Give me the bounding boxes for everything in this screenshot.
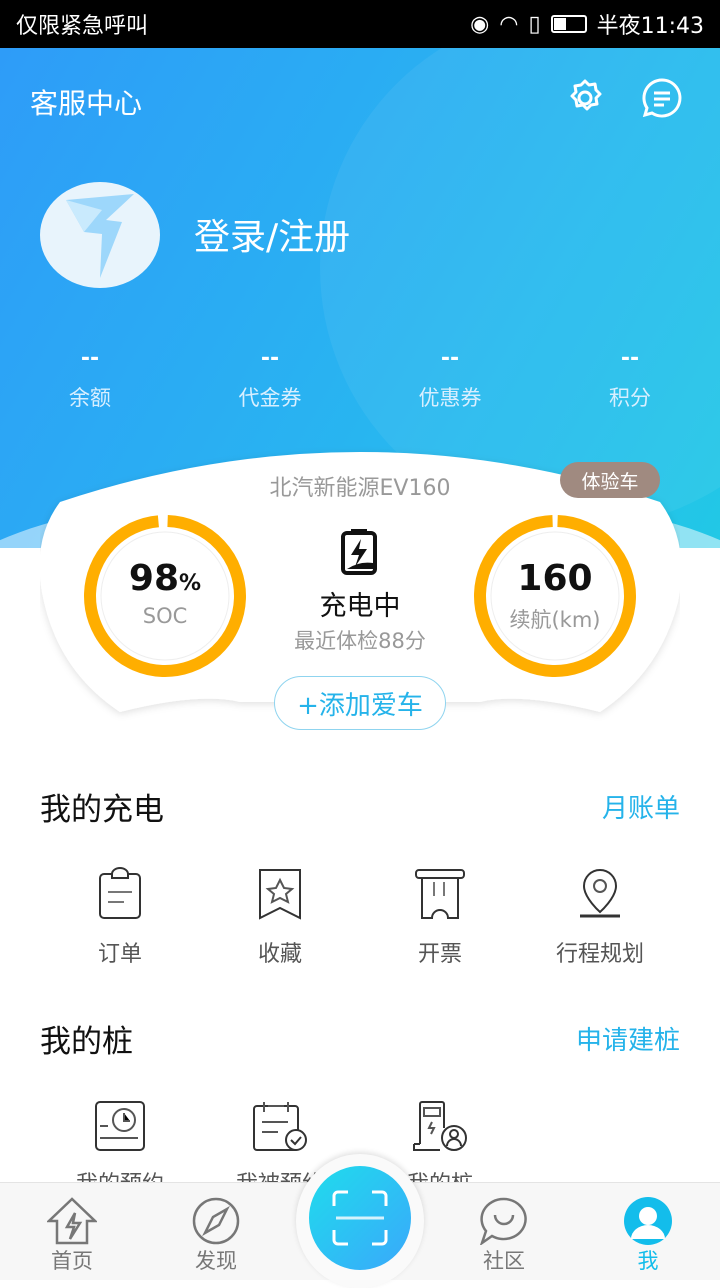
wifi-icon: ◠ bbox=[499, 11, 519, 37]
charging-grid: 订单 收藏 开票 行程规划 bbox=[40, 866, 680, 968]
range-value: 160 bbox=[517, 558, 593, 599]
receipt-icon bbox=[415, 869, 465, 919]
stat-voucher[interactable]: -- 代金券 bbox=[180, 346, 360, 412]
orders-item[interactable]: 订单 bbox=[40, 866, 200, 968]
nav-home[interactable]: 首页 bbox=[0, 1183, 144, 1280]
stat-points[interactable]: -- 积分 bbox=[540, 346, 720, 412]
battery-icon bbox=[550, 15, 587, 33]
avatar[interactable] bbox=[40, 182, 160, 288]
clock-card-icon bbox=[95, 1101, 145, 1151]
status-bar: 仅限紧急呼叫 ◉ ◠ ▯ 半夜11:43 bbox=[0, 0, 720, 48]
scan-icon bbox=[332, 1190, 388, 1246]
account-stats: -- 余额 -- 代金券 -- 优惠券 -- 积分 bbox=[0, 346, 720, 412]
sim-alert-icon: ▯ bbox=[528, 11, 541, 37]
calendar-check-icon bbox=[253, 1102, 307, 1151]
my-charging-title: 我的充电 bbox=[40, 792, 164, 828]
trial-car-badge: 体验车 bbox=[560, 462, 660, 498]
nav-community[interactable]: 社区 bbox=[432, 1183, 576, 1280]
invoice-item[interactable]: 开票 bbox=[360, 866, 520, 968]
range-label: 续航(km) bbox=[509, 608, 601, 632]
login-register-link[interactable]: 登录/注册 bbox=[194, 208, 350, 260]
soc-value: 98 bbox=[128, 558, 180, 599]
monthly-bill-link[interactable]: 月账单 bbox=[602, 788, 680, 825]
checkup-score[interactable]: 最近体检88分 bbox=[240, 625, 480, 655]
eye-icon: ◉ bbox=[470, 11, 490, 37]
home-bolt-icon bbox=[47, 1197, 97, 1245]
carrier-text: 仅限紧急呼叫 bbox=[16, 14, 149, 39]
favorites-item[interactable]: 收藏 bbox=[200, 866, 360, 968]
trip-planning-item[interactable]: 行程规划 bbox=[520, 866, 680, 968]
stat-balance[interactable]: -- 余额 bbox=[0, 346, 180, 412]
clock-time: 半夜11:43 bbox=[596, 14, 704, 39]
battery-charging-icon bbox=[341, 529, 377, 575]
user-icon bbox=[624, 1197, 672, 1245]
compass-icon bbox=[192, 1197, 240, 1245]
customer-service-title[interactable]: 客服中心 bbox=[30, 82, 142, 122]
logo-icon bbox=[66, 194, 134, 278]
location-pin-icon bbox=[580, 868, 620, 918]
chat-bubble-icon bbox=[480, 1197, 527, 1245]
message-icon[interactable] bbox=[642, 78, 682, 118]
charging-status: 充电中 bbox=[319, 591, 401, 622]
scan-button[interactable] bbox=[296, 1154, 424, 1288]
my-piles-title: 我的桩 bbox=[40, 1024, 133, 1060]
nav-discover[interactable]: 发现 bbox=[144, 1183, 288, 1280]
clipboard-icon bbox=[99, 867, 141, 919]
soc-unit: % bbox=[179, 571, 202, 596]
add-car-button[interactable]: +添加爱车 bbox=[274, 676, 446, 730]
nav-me[interactable]: 我 bbox=[576, 1183, 720, 1280]
charger-user-icon bbox=[413, 1101, 467, 1151]
bookmark-star-icon bbox=[259, 869, 301, 920]
soc-label: SOC bbox=[142, 604, 188, 628]
stat-coupon[interactable]: -- 优惠券 bbox=[360, 346, 540, 412]
apply-build-pile-link[interactable]: 申请建桩 bbox=[576, 1020, 680, 1057]
gear-icon[interactable] bbox=[565, 78, 605, 118]
